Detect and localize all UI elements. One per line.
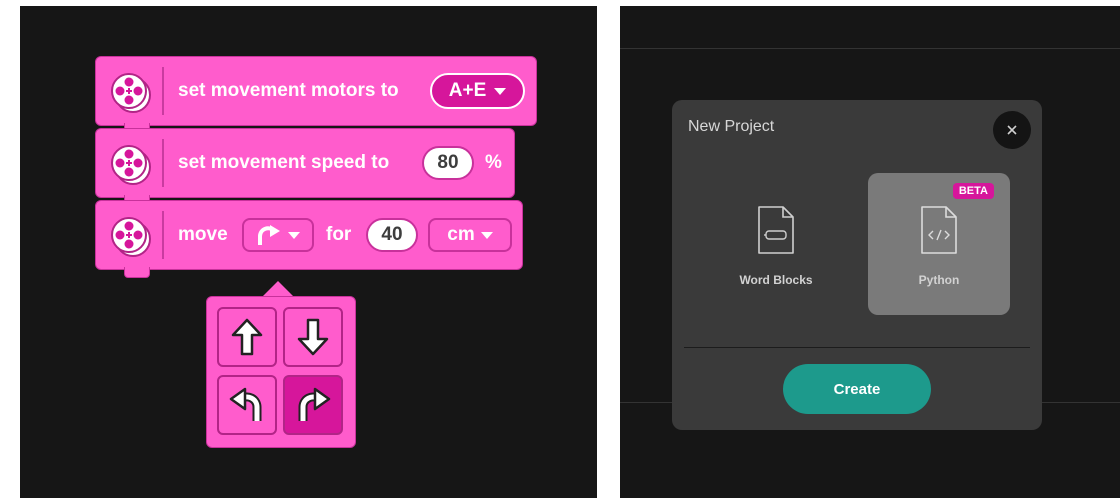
move-block[interactable]: move for 40 cm [95, 200, 523, 278]
direction-popup [206, 296, 356, 448]
block-divider [162, 139, 164, 187]
direction-option-turn-left[interactable] [217, 375, 277, 435]
beta-badge: BETA [952, 183, 994, 199]
turn-clockwise-arrow-icon [258, 225, 280, 245]
block-notch [124, 267, 150, 278]
python-option[interactable]: BETA Python [868, 173, 1010, 315]
block-label: set movement motors to [178, 80, 399, 101]
set-motors-block[interactable]: set movement motors to A+E [95, 56, 537, 134]
close-icon [1007, 125, 1017, 135]
arrow-up-icon [231, 318, 263, 356]
option-label: Word Blocks [739, 273, 813, 287]
chevron-down-icon [480, 231, 493, 239]
block-divider [162, 67, 164, 115]
motors-value: A+E [448, 80, 487, 101]
popup-pointer [262, 281, 294, 297]
motor-icon [111, 73, 151, 113]
header-divider [620, 48, 1120, 49]
block-label: move [178, 224, 228, 245]
turn-clockwise-arrow-icon [298, 387, 331, 421]
chevron-down-icon [288, 231, 300, 239]
motors-dropdown[interactable]: A+E [430, 73, 525, 109]
new-project-dialog: New Project Word Blocks BETA Python Crea… [672, 100, 1042, 430]
blocks-file-icon [758, 206, 794, 254]
arrow-down-icon [297, 318, 329, 356]
word-blocks-canvas: set movement motors to A+E set movement … [20, 6, 597, 498]
project-background: New Project Word Blocks BETA Python Crea… [620, 6, 1120, 498]
block-label-for: for [326, 224, 352, 245]
direction-option-turn-right[interactable] [283, 375, 343, 435]
word-blocks-option[interactable]: Word Blocks [705, 173, 847, 315]
direction-option-backward[interactable] [283, 307, 343, 367]
block-label: set movement speed to [178, 152, 390, 173]
code-file-icon [921, 206, 957, 254]
close-button[interactable] [993, 111, 1031, 149]
speed-unit: % [485, 152, 502, 173]
turn-counterclockwise-arrow-icon [229, 387, 262, 421]
speed-input[interactable]: 80 [422, 146, 474, 180]
dialog-title: New Project [688, 118, 775, 135]
unit-value: cm [447, 224, 475, 245]
set-speed-block[interactable]: set movement speed to 80 % [95, 128, 515, 206]
distance-input[interactable]: 40 [366, 218, 418, 252]
block-divider [162, 211, 164, 259]
dialog-divider [684, 347, 1030, 348]
direction-dropdown[interactable] [242, 218, 314, 252]
motor-icon [111, 145, 151, 185]
create-button[interactable]: Create [783, 364, 931, 414]
chevron-down-icon [494, 87, 507, 95]
motor-icon [111, 217, 151, 257]
option-label: Python [918, 273, 960, 287]
direction-option-forward[interactable] [217, 307, 277, 367]
unit-dropdown[interactable]: cm [428, 218, 512, 252]
